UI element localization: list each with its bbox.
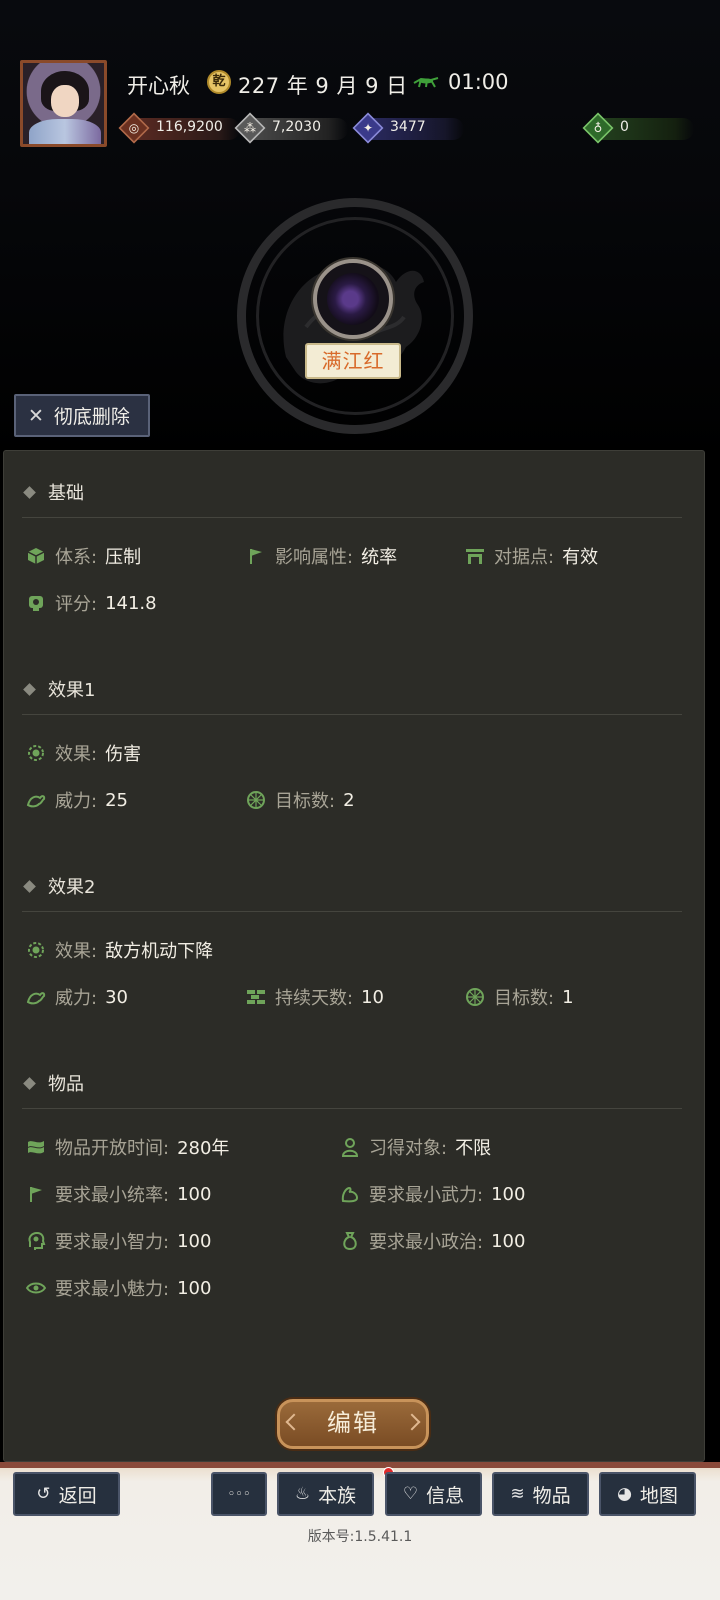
player-name: 开心秋 bbox=[127, 74, 190, 98]
clan-button[interactable]: ♨ 本族 bbox=[277, 1472, 374, 1516]
version-label: 版本号:1.5.41.1 bbox=[307, 1529, 413, 1545]
section-item-title: 物品 bbox=[23, 1070, 84, 1096]
sun-gear-icon bbox=[25, 742, 47, 764]
field-effect1-targets: 目标数: 2 bbox=[245, 787, 355, 813]
medal-icon bbox=[25, 592, 47, 614]
section-effect1-title: 效果1 bbox=[23, 676, 95, 702]
info-button[interactable]: ♡ 信息 bbox=[385, 1472, 482, 1516]
skill-name: 满江红 bbox=[305, 343, 401, 379]
gourd-value: 0 bbox=[620, 119, 629, 135]
diamond-bullet-icon bbox=[23, 485, 36, 499]
field-learner: 习得对象: 不限 bbox=[339, 1134, 491, 1160]
field-score: 评分: 141.8 bbox=[25, 590, 157, 616]
scroll-icon bbox=[25, 1136, 47, 1158]
field-open-time: 物品开放时间: 280年 bbox=[25, 1134, 229, 1160]
money-bag-icon bbox=[339, 1230, 361, 1252]
back-button[interactable]: ↺ 返回 bbox=[13, 1472, 120, 1516]
divider bbox=[22, 714, 682, 715]
target-web-icon bbox=[464, 986, 486, 1008]
field-stronghold: 对据点: 有效 bbox=[464, 543, 598, 569]
clan-icon: ♨ bbox=[294, 1484, 311, 1504]
field-effect2-power: 威力: 30 bbox=[25, 984, 128, 1010]
field-attribute: 影响属性: 统率 bbox=[245, 543, 397, 569]
map-globe-icon: ◕ bbox=[617, 1484, 632, 1504]
delete-label: 彻底删除 bbox=[53, 406, 130, 428]
map-button[interactable]: ◕ 地图 bbox=[599, 1472, 696, 1516]
edit-button[interactable]: 编辑 bbox=[277, 1399, 429, 1449]
eye-icon bbox=[25, 1277, 47, 1299]
field-effect2-targets: 目标数: 1 bbox=[464, 984, 574, 1010]
sun-gear-icon bbox=[25, 939, 47, 961]
gate-icon bbox=[464, 545, 486, 567]
field-min-leadership: 要求最小统率: 100 bbox=[25, 1181, 211, 1207]
field-min-war: 要求最小武力: 100 bbox=[339, 1181, 525, 1207]
scroll-icon: ≋ bbox=[510, 1484, 525, 1504]
diamond-bullet-icon bbox=[23, 1076, 36, 1090]
game-date: 227 年 9 月 9 日 bbox=[238, 74, 408, 98]
field-effect2-effect: 效果: 敌方机动下降 bbox=[25, 937, 213, 963]
troops-resource[interactable]: ✦ 3477 bbox=[352, 112, 464, 144]
flag-icon bbox=[245, 545, 267, 567]
troops-icon: ✦ bbox=[362, 121, 374, 135]
flag-icon bbox=[25, 1183, 47, 1205]
field-effect2-days: 持续天数: 10 bbox=[245, 984, 384, 1010]
return-arrow-icon: ↺ bbox=[36, 1484, 51, 1504]
divider bbox=[22, 911, 682, 912]
bricks-icon bbox=[245, 986, 267, 1008]
cube-icon bbox=[25, 545, 47, 567]
person-icon bbox=[339, 1136, 361, 1158]
gourd-icon: ♁ bbox=[593, 121, 603, 135]
brain-head-icon bbox=[25, 1230, 47, 1252]
field-effect1-effect: 效果: 伤害 bbox=[25, 740, 141, 766]
field-min-charisma: 要求最小魅力: 100 bbox=[25, 1275, 211, 1301]
calendar-icon: 乾 bbox=[207, 70, 231, 94]
coin-resource[interactable]: ◎ 116,9200 bbox=[118, 112, 240, 144]
coin-value: 116,9200 bbox=[156, 119, 223, 135]
field-effect1-power: 威力: 25 bbox=[25, 787, 128, 813]
more-button[interactable]: ◦◦◦ bbox=[211, 1472, 267, 1516]
coin-icon: ◎ bbox=[128, 121, 140, 135]
field-system: 体系: 压制 bbox=[25, 543, 141, 569]
items-button[interactable]: ≋ 物品 bbox=[492, 1472, 589, 1516]
cricket-icon bbox=[413, 77, 439, 88]
field-min-politics: 要求最小政治: 100 bbox=[339, 1228, 525, 1254]
dragon-icon bbox=[25, 789, 47, 811]
troops-value: 3477 bbox=[390, 119, 426, 135]
section-basic-title: 基础 bbox=[23, 479, 84, 505]
gourd-resource[interactable]: ♁ 0 bbox=[582, 112, 694, 144]
more-dots-icon: ◦◦◦ bbox=[227, 1486, 251, 1502]
grain-resource[interactable]: ⁂ 7,2030 bbox=[234, 112, 348, 144]
divider bbox=[22, 1108, 682, 1109]
grain-icon: ⁂ bbox=[244, 121, 256, 135]
player-avatar[interactable] bbox=[20, 60, 107, 147]
diamond-bullet-icon bbox=[23, 879, 36, 893]
divider bbox=[22, 517, 682, 518]
nav-top-stripe bbox=[0, 1462, 720, 1468]
grain-value: 7,2030 bbox=[272, 119, 321, 135]
skill-orb-icon bbox=[313, 259, 393, 339]
close-icon: ✕ bbox=[28, 404, 44, 427]
target-web-icon bbox=[245, 789, 267, 811]
muscle-icon bbox=[339, 1183, 361, 1205]
delete-permanently-button[interactable]: ✕ 彻底删除 bbox=[14, 394, 150, 437]
field-min-intelligence: 要求最小智力: 100 bbox=[25, 1228, 211, 1254]
game-time: 01:00 bbox=[448, 70, 509, 94]
section-effect2-title: 效果2 bbox=[23, 873, 95, 899]
diamond-bullet-icon bbox=[23, 682, 36, 696]
dragon-icon bbox=[25, 986, 47, 1008]
chat-bubble-icon: ♡ bbox=[402, 1484, 419, 1504]
